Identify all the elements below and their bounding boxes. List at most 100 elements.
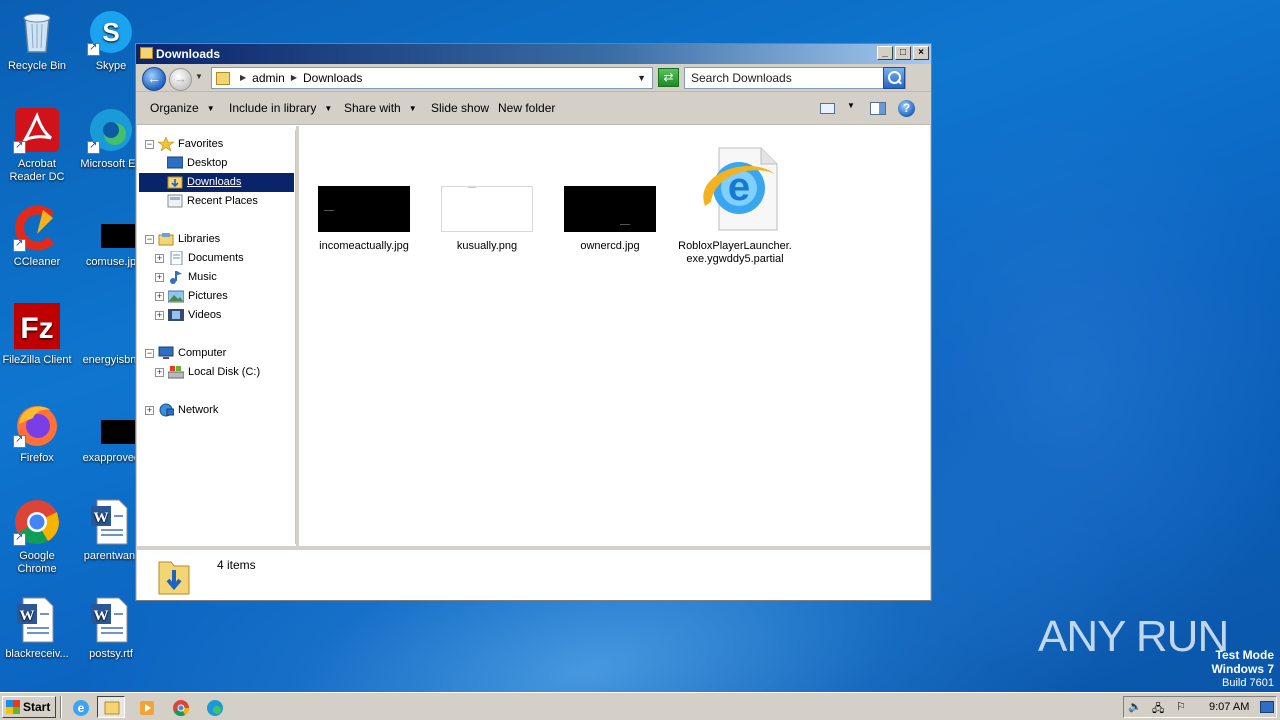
svg-text:W: W xyxy=(20,608,35,624)
expand-icon[interactable]: + xyxy=(155,291,164,301)
address-bar[interactable]: ▶ admin ▶ Downloads ▼ xyxy=(211,67,653,89)
folder-icon xyxy=(216,71,230,85)
file-item[interactable]: incomeactually.jpg xyxy=(309,186,419,253)
organize-button[interactable]: Organize ▼ xyxy=(150,92,215,125)
filezilla-icon: Fz xyxy=(13,302,61,350)
desktop-icon-firefox[interactable]: Firefox xyxy=(0,400,74,465)
nav-network[interactable]: + Network xyxy=(145,401,218,420)
desktop-icon-postsy[interactable]: W postsy.rtf xyxy=(74,596,148,661)
star-icon xyxy=(157,136,175,152)
desktop-icon-label: Firefox xyxy=(20,452,54,464)
clock[interactable]: 9:07 AM xyxy=(1209,697,1249,717)
windows-version: Windows 7 xyxy=(1211,662,1274,676)
image-file-icon xyxy=(87,400,149,448)
help-icon[interactable]: ? xyxy=(898,100,915,117)
edge-icon xyxy=(207,700,223,716)
title-bar[interactable]: Downloads _ □ × xyxy=(136,44,931,64)
show-desktop-icon[interactable] xyxy=(1260,701,1274,713)
desktop-icon-blackreceiv[interactable]: W blackreceiv... xyxy=(0,596,74,661)
ccleaner-icon xyxy=(13,204,61,252)
share-with-button[interactable]: Share with ▼ xyxy=(344,92,417,125)
chevron-down-icon[interactable]: ▼ xyxy=(847,101,855,110)
breadcrumb-admin[interactable]: admin xyxy=(252,68,285,88)
collapse-icon[interactable]: − xyxy=(145,139,154,149)
navigation-pane: − Favorites Desktop Downloads Recent Plac… xyxy=(137,130,296,544)
file-item[interactable]: kusually.png xyxy=(432,186,542,253)
file-item[interactable]: ownercd.jpg xyxy=(555,186,665,253)
desktop-icon-acrobat[interactable]: Acrobat Reader DC xyxy=(0,106,74,184)
details-pane: 4 items xyxy=(137,546,930,600)
nav-label: Local Disk (C:) xyxy=(188,366,261,378)
taskbar-chrome[interactable] xyxy=(166,696,194,718)
forward-button[interactable]: → xyxy=(169,68,192,91)
desktop-icon-chrome[interactable]: Google Chrome xyxy=(0,498,74,576)
chevron-right-icon[interactable]: ▶ xyxy=(291,68,297,88)
desktop-icon-label: Google Chrome xyxy=(17,550,57,575)
internet-explorer-icon: e xyxy=(73,700,89,716)
maximize-button[interactable]: □ xyxy=(895,46,911,60)
refresh-button[interactable]: ⇄ xyxy=(658,68,679,87)
music-icon xyxy=(168,270,184,285)
nav-recent-places[interactable]: Recent Places xyxy=(167,192,258,211)
quick-launch-ie[interactable]: e xyxy=(66,696,94,718)
search-input[interactable]: Search Downloads xyxy=(684,67,906,89)
change-view-icon[interactable] xyxy=(820,103,835,114)
desktop-icon-ccleaner[interactable]: CCleaner xyxy=(0,204,74,269)
taskbar-explorer-button[interactable] xyxy=(97,696,125,718)
search-icon[interactable] xyxy=(883,67,905,89)
file-item[interactable]: e RobloxPlayerLauncher.exe.ygwddy5.parti… xyxy=(678,144,792,266)
window-title: Downloads xyxy=(156,47,221,61)
desktop-icon-label: blackreceiv... xyxy=(5,648,69,660)
nav-label: Favorites xyxy=(178,138,224,150)
nav-local-disk[interactable]: + Local Disk (C:) xyxy=(155,363,260,382)
desktop-icon-label: postsy.rtf xyxy=(89,648,133,660)
back-button[interactable]: ← xyxy=(142,67,166,91)
nav-label: Pictures xyxy=(188,290,228,302)
chevron-right-icon[interactable]: ▶ xyxy=(240,68,246,88)
taskbar-edge[interactable] xyxy=(200,696,228,718)
nav-pictures[interactable]: + Pictures xyxy=(155,287,228,306)
nav-label: Recent Places xyxy=(187,195,258,207)
taskbar-media-player[interactable] xyxy=(132,696,160,718)
start-button[interactable]: Start xyxy=(2,696,56,718)
internet-explorer-icon: e xyxy=(689,144,781,232)
expand-icon[interactable]: + xyxy=(155,272,164,282)
chevron-down-icon[interactable]: ▼ xyxy=(637,68,646,88)
volume-icon[interactable]: 🔈 xyxy=(1128,700,1142,713)
nav-favorites[interactable]: − Favorites xyxy=(145,135,223,154)
minimize-button[interactable]: _ xyxy=(877,46,893,60)
nav-music[interactable]: + Music xyxy=(155,268,217,287)
recent-pages-dropdown[interactable]: ▼ xyxy=(195,72,203,81)
expand-icon[interactable]: + xyxy=(155,253,164,263)
expand-icon[interactable]: + xyxy=(155,367,164,377)
nav-label: Libraries xyxy=(178,233,221,245)
build-number: Build 7601 xyxy=(1222,677,1274,689)
new-folder-button[interactable]: New folder xyxy=(498,92,555,125)
breadcrumb-downloads[interactable]: Downloads xyxy=(303,68,362,88)
search-placeholder: Search Downloads xyxy=(691,71,792,85)
explorer-window: Downloads _ □ × ← → ▼ ▶ admin ▶ Download… xyxy=(135,43,932,601)
nav-documents[interactable]: + Documents xyxy=(155,249,244,268)
edge-icon xyxy=(87,106,135,154)
network-icon[interactable]: 🖧 xyxy=(1152,700,1164,719)
nav-desktop[interactable]: Desktop xyxy=(166,154,227,173)
collapse-icon[interactable]: − xyxy=(145,234,154,244)
expand-icon[interactable]: + xyxy=(145,405,154,415)
close-button[interactable]: × xyxy=(913,46,929,60)
flag-icon[interactable]: ⚐ xyxy=(1176,700,1186,713)
nav-computer[interactable]: − Computer xyxy=(145,344,226,363)
desktop-icon-filezilla[interactable]: Fz FileZilla Client xyxy=(0,302,74,367)
nav-downloads[interactable]: Downloads xyxy=(139,173,294,192)
preview-pane-icon[interactable] xyxy=(870,102,886,115)
expand-icon[interactable]: + xyxy=(155,310,164,320)
collapse-icon[interactable]: − xyxy=(145,348,154,358)
nav-videos[interactable]: + Videos xyxy=(155,306,221,325)
skype-icon: S xyxy=(87,8,135,56)
desktop-icon-recycle-bin[interactable]: Recycle Bin xyxy=(0,8,74,73)
include-in-library-button[interactable]: Include in library ▼ xyxy=(229,92,332,125)
chevron-down-icon: ▼ xyxy=(324,104,333,113)
slide-show-button[interactable]: Slide show xyxy=(431,92,489,125)
image-thumbnail xyxy=(441,186,533,232)
nav-libraries[interactable]: − Libraries xyxy=(145,230,220,249)
nav-label: Videos xyxy=(188,309,222,321)
